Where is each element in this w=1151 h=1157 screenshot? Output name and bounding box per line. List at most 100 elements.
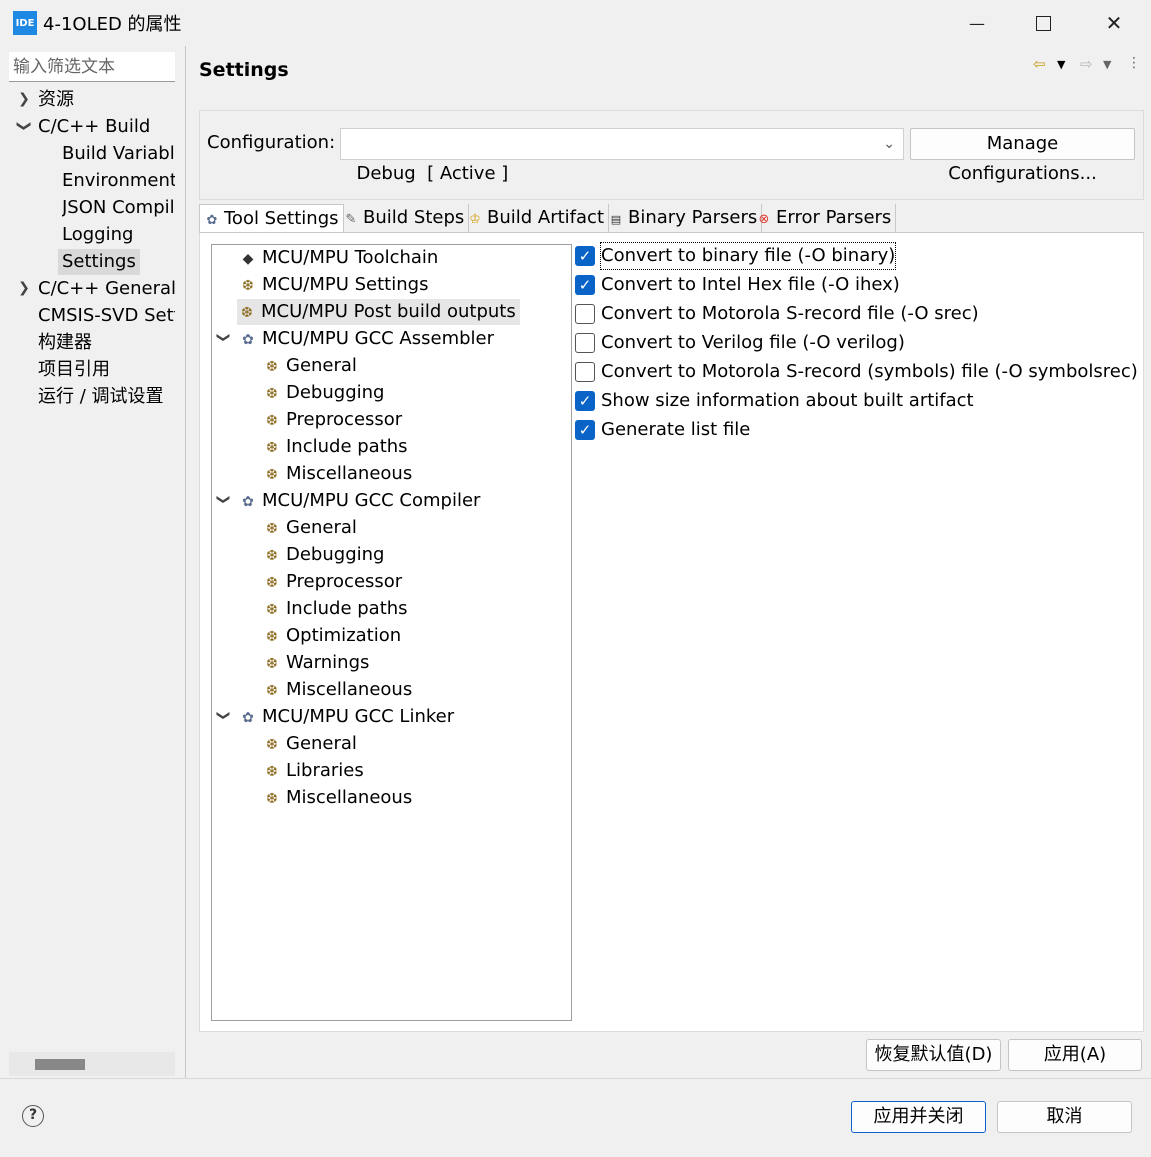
tree-item-label: Preprocessor <box>286 571 403 592</box>
tab-build-steps[interactable]: ✎ Build Steps <box>339 204 470 233</box>
tree-item-mcu-settings[interactable]: ❆ MCU/MPU Settings <box>238 272 428 298</box>
tree-item-label: Libraries <box>286 760 364 781</box>
option-show-size[interactable]: ✓ Show size information about built artif… <box>575 388 974 414</box>
tree-item-compiler-include-paths[interactable]: ❆ Include paths <box>262 596 408 622</box>
tree-item-label: MCU/MPU GCC Compiler <box>262 490 481 511</box>
nav-item-cpp-general[interactable]: C/C++ General <box>38 276 178 302</box>
tool-settings-icon: ✿ <box>206 213 218 228</box>
option-category-icon: ❆ <box>266 467 278 483</box>
tree-item-label: Optimization <box>286 625 402 646</box>
build-artifact-icon: ♔ <box>469 212 481 227</box>
nav-item-project-references[interactable]: 项目引用 <box>38 357 175 383</box>
tree-item-gcc-assembler[interactable]: ✿ MCU/MPU GCC Assembler <box>238 326 494 352</box>
checkbox-unchecked[interactable] <box>575 362 595 382</box>
option-convert-ihex[interactable]: ✓ Convert to Intel Hex file (-O ihex) <box>575 272 900 298</box>
option-generate-list[interactable]: ✓ Generate list file <box>575 417 750 443</box>
apply-button[interactable]: 应用(A) <box>1008 1039 1142 1071</box>
checkbox-checked[interactable]: ✓ <box>575 246 595 266</box>
tree-item-linker-general[interactable]: ❆ General <box>262 731 357 757</box>
back-menu-chevron-icon[interactable]: ▼ <box>1057 58 1065 71</box>
option-convert-srec[interactable]: Convert to Motorola S-record file (-O sr… <box>575 301 979 327</box>
forward-arrow-icon[interactable]: ⇨ <box>1080 55 1093 73</box>
dialog-separator <box>0 1078 1151 1079</box>
help-icon[interactable]: ? <box>22 1105 44 1127</box>
option-convert-symbolsrec[interactable]: Convert to Motorola S-record (symbols) f… <box>575 359 1138 385</box>
tree-item-label: MCU/MPU Post build outputs <box>261 301 516 322</box>
nav-item-cmsis-svd[interactable]: CMSIS-SVD Settings <box>38 303 175 329</box>
tree-item-linker-miscellaneous[interactable]: ❆ Miscellaneous <box>262 785 412 811</box>
nav-item-settings[interactable]: Settings <box>58 249 140 275</box>
chevron-down-icon[interactable]: ❯ <box>216 709 231 723</box>
tab-label: Binary Parsers <box>628 207 758 228</box>
option-category-icon: ❆ <box>266 629 278 645</box>
tree-item-compiler-optimization[interactable]: ❆ Optimization <box>262 623 401 649</box>
checkbox-checked[interactable]: ✓ <box>575 420 595 440</box>
forward-menu-chevron-icon[interactable]: ▼ <box>1103 58 1111 71</box>
checkbox-unchecked[interactable] <box>575 333 595 353</box>
nav-item-resources[interactable]: 资源 <box>38 87 178 113</box>
option-category-icon: ❆ <box>266 386 278 402</box>
nav-item-cpp-build[interactable]: C/C++ Build <box>38 114 178 140</box>
tree-item-assembler-general[interactable]: ❆ General <box>262 353 357 379</box>
tab-tool-settings[interactable]: ✿ Tool Settings <box>199 204 344 234</box>
nav-item-run-debug-settings[interactable]: 运行 / 调试设置 <box>38 384 175 410</box>
tree-item-assembler-miscellaneous[interactable]: ❆ Miscellaneous <box>262 461 412 487</box>
option-category-icon: ❆ <box>266 602 278 618</box>
back-arrow-icon[interactable]: ⇦ <box>1033 55 1046 73</box>
option-convert-binary[interactable]: ✓ Convert to binary file (-O binary) <box>575 242 897 270</box>
option-label: Convert to Motorola S-record (symbols) f… <box>601 361 1138 382</box>
error-parsers-icon: ⊗ <box>758 212 770 227</box>
tree-item-linker-libraries[interactable]: ❆ Libraries <box>262 758 364 784</box>
option-category-icon: ❆ <box>266 440 278 456</box>
horizontal-scrollbar[interactable] <box>9 1052 175 1076</box>
chevron-right-icon[interactable]: ❯ <box>16 280 32 296</box>
minimize-button[interactable]: — <box>944 0 1010 46</box>
chevron-down-icon[interactable]: ❯ <box>16 118 32 134</box>
filter-input[interactable] <box>9 52 175 82</box>
nav-item-builders[interactable]: 构建器 <box>38 330 175 356</box>
configuration-label: Configuration: <box>207 132 336 153</box>
scrollbar-thumb[interactable] <box>35 1059 85 1070</box>
nav-item-build-variables[interactable]: Build Variables <box>62 141 175 167</box>
tree-item-label: Include paths <box>286 598 408 619</box>
option-convert-verilog[interactable]: Convert to Verilog file (-O verilog) <box>575 330 905 356</box>
tab-label: Build Steps <box>363 207 465 228</box>
maximize-button[interactable] <box>1010 0 1076 46</box>
tree-item-label: General <box>286 355 357 376</box>
tree-item-compiler-debugging[interactable]: ❆ Debugging <box>262 542 384 568</box>
chevron-right-icon[interactable]: ❯ <box>16 91 32 107</box>
chevron-down-icon[interactable]: ❯ <box>216 331 231 345</box>
tree-item-gcc-compiler[interactable]: ✿ MCU/MPU GCC Compiler <box>238 488 480 514</box>
view-menu-icon[interactable]: ⋮ <box>1127 55 1141 71</box>
tree-item-assembler-preprocessor[interactable]: ❆ Preprocessor <box>262 407 402 433</box>
tree-item-assembler-include-paths[interactable]: ❆ Include paths <box>262 434 407 460</box>
tree-item-compiler-preprocessor[interactable]: ❆ Preprocessor <box>262 569 402 595</box>
tree-item-label: MCU/MPU GCC Assembler <box>262 328 495 349</box>
close-button[interactable]: ✕ <box>1081 0 1147 46</box>
configuration-select[interactable]: Debug [ Active ] ⌄ <box>340 128 904 184</box>
option-category-icon: ❆ <box>241 305 253 321</box>
nav-item-logging[interactable]: Logging <box>62 222 175 248</box>
tree-item-compiler-miscellaneous[interactable]: ❆ Miscellaneous <box>262 677 412 703</box>
manage-configurations-button[interactable]: Manage Configurations... <box>910 128 1135 184</box>
nav-item-environment[interactable]: Environment <box>62 168 175 194</box>
checkbox-checked[interactable]: ✓ <box>575 275 595 295</box>
checkbox-unchecked[interactable] <box>575 304 595 324</box>
restore-defaults-button[interactable]: 恢复默认值(D) <box>866 1039 1001 1071</box>
tree-item-gcc-linker[interactable]: ✿ MCU/MPU GCC Linker <box>238 704 454 730</box>
tree-item-label: Miscellaneous <box>286 679 413 700</box>
tab-error-parsers[interactable]: ⊗ Error Parsers <box>752 204 897 233</box>
tree-item-label: MCU/MPU Settings <box>262 274 429 295</box>
nav-item-json-compilation[interactable]: JSON Compilation Database <box>62 195 175 221</box>
tree-item-compiler-warnings[interactable]: ❆ Warnings <box>262 650 369 676</box>
tab-binary-parsers[interactable]: ▤ Binary Parsers <box>604 204 763 233</box>
tree-item-toolchain[interactable]: ◆ MCU/MPU Toolchain <box>238 245 439 271</box>
apply-and-close-button[interactable]: 应用并关闭 <box>851 1101 986 1133</box>
checkbox-checked[interactable]: ✓ <box>575 391 595 411</box>
chevron-down-icon[interactable]: ❯ <box>216 493 231 507</box>
cancel-button[interactable]: 取消 <box>997 1101 1132 1133</box>
tree-item-post-build-outputs[interactable]: ❆ MCU/MPU Post build outputs <box>237 299 520 325</box>
tree-item-assembler-debugging[interactable]: ❆ Debugging <box>262 380 384 406</box>
tab-build-artifact[interactable]: ♔ Build Artifact <box>463 204 609 233</box>
tree-item-compiler-general[interactable]: ❆ General <box>262 515 357 541</box>
